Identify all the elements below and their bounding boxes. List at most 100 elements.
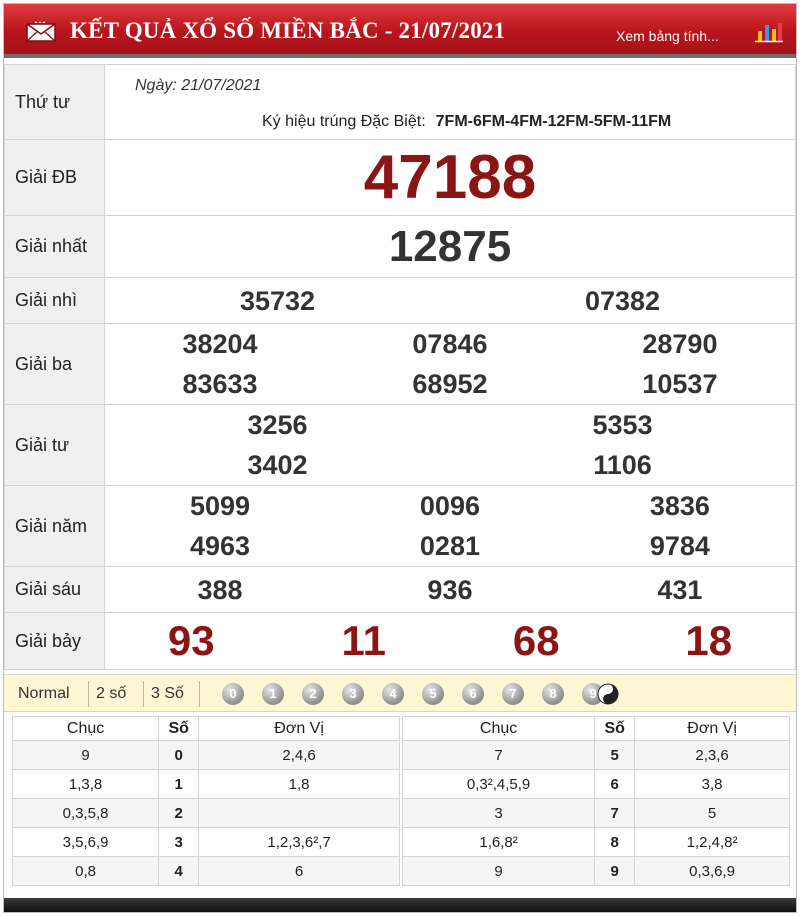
yin-yang-icon[interactable] (597, 683, 619, 705)
prize-7-label: Giải bảy (4, 612, 105, 670)
so-cell: 3 (158, 827, 200, 857)
draw-date: Ngày: 21/07/2021 (135, 77, 262, 94)
prize-2-number: 35732 (239, 285, 316, 316)
chuc-cell: 1,3,8 (11, 769, 160, 799)
digit-8-ball[interactable]: 8 (542, 683, 564, 705)
so-cell: 4 (158, 856, 200, 886)
table-row: 375 (401, 798, 790, 828)
prize-1-label: Giải nhất (4, 215, 105, 278)
table-row: 7 5 2,3,6 (401, 740, 790, 770)
prize-7-number: 11 (341, 617, 386, 664)
col-header-donvi: Đơn Vị (198, 716, 400, 741)
chuc-cell: 0,3,5,8 (11, 798, 160, 828)
chuc-cell: 1,6,8² (401, 827, 596, 857)
digit-2-ball[interactable]: 2 (302, 683, 324, 705)
digit-5-ball[interactable]: 5 (422, 683, 444, 705)
prize-5-number: 3836 (649, 491, 710, 521)
digit-3-ball[interactable]: 3 (342, 683, 364, 705)
prize-db-label: Giải ĐB (4, 139, 105, 216)
prize-4-number: 3256 (247, 410, 308, 440)
chuc-cell: 3 (401, 798, 596, 828)
donvi-cell: 1,2,3,6²,7 (198, 827, 400, 857)
two-digit-option[interactable]: 2 số (96, 685, 126, 703)
prize-3-number: 83633 (182, 369, 258, 399)
chuc-cell: 9 (401, 856, 596, 886)
result-panel: KẾT QUẢ XỔ SỐ MIỀN BẮC - 21/07/2021 Xem … (3, 3, 797, 913)
donvi-cell: 2,3,6 (634, 740, 790, 770)
chuc-cell: 0,3²,4,5,9 (401, 769, 596, 799)
special-code-label: Ký hiệu trúng Đặc Biệt: (262, 113, 426, 130)
results-table: Thứ tư Ngày: 21/07/2021 Ký hiệu trúng Đặ… (4, 64, 796, 670)
digit-4-ball[interactable]: 4 (382, 683, 404, 705)
weekday-label: Thứ tư (4, 64, 105, 140)
prize-4-number: 5353 (592, 410, 653, 440)
prize-3-number: 38204 (182, 329, 258, 359)
prize-6-number: 936 (427, 574, 473, 605)
digit-6-ball[interactable]: 6 (462, 683, 484, 705)
donvi-cell (198, 798, 400, 828)
prize-5-number: 0281 (419, 531, 480, 561)
prize-db-number: 47188 (104, 139, 796, 216)
table-row: 0,8 4 6 (11, 856, 400, 886)
col-header-so: Số (594, 716, 636, 741)
digit-7-ball[interactable]: 7 (502, 683, 524, 705)
prize-5-number: 4963 (189, 531, 251, 561)
table-row: 1,6,8² 8 1,2,4,8² (401, 827, 790, 857)
display-toolbar: Normal 2 số 3 Số 0 1 2 3 4 5 6 7 8 9 (4, 674, 796, 712)
so-cell: 9 (594, 856, 636, 886)
donvi-cell: 0,3,6,9 (634, 856, 790, 886)
prize-4-number: 1106 (593, 450, 652, 480)
col-header-chuc: Chục (11, 716, 160, 741)
prize-6-label: Giải sáu (4, 566, 105, 613)
prize-5-number: 9784 (649, 531, 710, 561)
special-code: 7FM-6FM-4FM-12FM-5FM-11FM (435, 113, 672, 130)
donvi-cell: 1,8 (198, 769, 400, 799)
prize-1-number: 12875 (104, 215, 796, 278)
donvi-cell: 3,8 (634, 769, 790, 799)
prize-7-number: 18 (685, 617, 733, 664)
col-header-donvi: Đơn Vị (634, 716, 790, 741)
digit-0-ball[interactable]: 0 (222, 683, 244, 705)
donvi-cell: 6 (198, 856, 400, 886)
chuc-cell: 3,5,6,9 (11, 827, 160, 857)
prize-3-number: 07846 (412, 329, 488, 359)
prize-2-number: 07382 (584, 285, 661, 316)
prize-3-number: 68952 (412, 369, 488, 399)
view-table-link[interactable]: Xem bảng tính... (616, 28, 719, 44)
donvi-cell: 5 (634, 798, 790, 828)
prize-2-label: Giải nhì (4, 277, 105, 324)
so-cell: 0 (158, 740, 200, 770)
loto-table-right: Chục Số Đơn Vị 7 5 2,3,6 0,3²,4,5,9 6 3,8 37… (401, 716, 790, 886)
prize-6-number: 388 (197, 574, 243, 605)
prize-4-label: Giải tư (4, 404, 105, 486)
donvi-cell: 1,2,4,8² (634, 827, 790, 857)
normal-option[interactable]: Normal (18, 685, 70, 703)
so-cell: 2 (158, 798, 200, 828)
bar-chart-icon[interactable] (754, 21, 784, 43)
footer-bar (4, 898, 796, 912)
divider (199, 681, 200, 707)
prize-5-number: 5099 (189, 491, 251, 521)
chuc-cell: 7 (401, 740, 596, 770)
table-row: 0,3,5,8 2 (11, 798, 400, 828)
table-row: 9 9 0,3,6,9 (401, 856, 790, 886)
prize-7-number: 68 (512, 617, 560, 664)
so-cell: 5 (594, 740, 636, 770)
prize-5-number: 0096 (419, 491, 480, 521)
donvi-cell: 2,4,6 (198, 740, 400, 770)
table-row: 9 0 2,4,6 (11, 740, 400, 770)
chuc-cell: 9 (11, 740, 160, 770)
chuc-cell: 0,8 (11, 856, 160, 886)
table-row: 0,3²,4,5,9 6 3,8 (401, 769, 790, 799)
prize-7-number: 93 (167, 617, 215, 664)
prize-4-number: 3402 (247, 450, 308, 480)
digit-1-ball[interactable]: 1 (262, 683, 284, 705)
so-cell: 1 (158, 769, 200, 799)
loto-table-left: Chục Số Đơn Vị 9 0 2,4,6 1,3,8 1 1,8 0,3,5,8… (11, 716, 400, 886)
prize-3-number: 28790 (642, 329, 718, 359)
prize-3-number: 10537 (642, 369, 718, 399)
special-code-row: Ký hiệu trúng Đặc Biệt: 7FM-6FM-4FM-12FM-… (262, 113, 671, 131)
three-digit-option[interactable]: 3 Số (151, 685, 184, 703)
page-title: KẾT QUẢ XỔ SỐ MIỀN BẮC - 21/07/2021 (70, 18, 506, 43)
table-row: 1,3,8 1 1,8 (11, 769, 400, 799)
